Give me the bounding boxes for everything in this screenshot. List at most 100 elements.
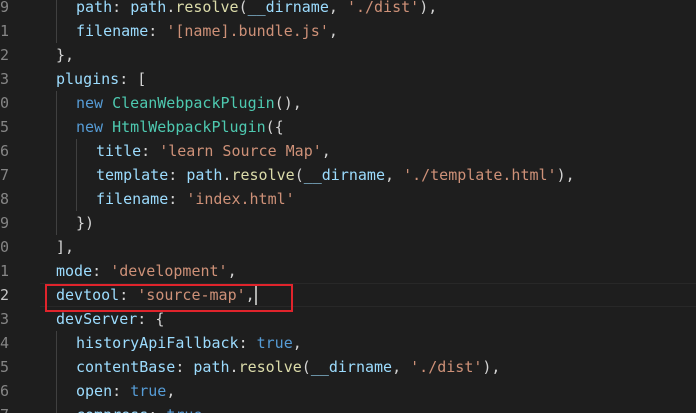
code-line[interactable]: 9}) [0, 211, 696, 235]
line-number: 6 [0, 142, 10, 160]
code-token: 'index.html' [186, 190, 295, 208]
line-number: 1 [0, 262, 10, 280]
code-line[interactable]: 6 open: true, [0, 379, 696, 403]
code-line[interactable]: 6 title: 'learn Source Map', [0, 139, 696, 163]
code-token: : [238, 334, 257, 352]
code-token: }, [56, 46, 75, 64]
code-token: ), [482, 358, 501, 376]
code-line[interactable]: 0 new CleanWebpackPlugin(), [0, 91, 696, 115]
code-token: ], [56, 238, 75, 256]
line-number: 3 [0, 70, 10, 88]
indent-guide [56, 115, 57, 139]
code-token: resolve [238, 358, 302, 376]
indent-guide [56, 403, 57, 413]
code-token: }) [76, 214, 95, 232]
line-number: 2 [0, 286, 10, 304]
code-token: template [96, 166, 169, 184]
code-content: mode: 'development', [56, 259, 237, 283]
code-line[interactable]: 8 filename: 'index.html' [0, 187, 696, 211]
code-line[interactable]: 4 historyApiFallback: true, [0, 331, 696, 355]
code-content: filename: 'index.html' [96, 187, 295, 211]
code-line[interactable]: 0], [0, 235, 696, 259]
code-token: ( [294, 166, 304, 184]
code-content: }) [76, 211, 94, 235]
code-token: contentBase [76, 358, 176, 376]
code-line[interactable]: 7 compress: true [0, 403, 696, 413]
code-line[interactable]: 5 new HtmlWebpackPlugin({ [0, 115, 696, 139]
code-token: : [148, 22, 167, 40]
code-token: : [148, 406, 166, 413]
code-token: plugins [56, 70, 120, 88]
code-token: ), [419, 0, 438, 16]
code-content: }, [56, 43, 74, 67]
code-token: . [166, 0, 176, 16]
code-token: , [385, 166, 404, 184]
line-number: 2 [0, 46, 10, 64]
code-token: ({ [265, 118, 284, 136]
code-line[interactable]: 2}, [0, 43, 696, 67]
code-token: __dirname [303, 166, 385, 184]
code-editor[interactable]: 9 path: path.resolve(__dirname, './dist')… [0, 0, 696, 413]
code-token: path [76, 0, 113, 16]
indent-guide [56, 139, 57, 163]
code-token: './template.html' [403, 166, 557, 184]
code-content: filename: '[name].bundle.js', [76, 19, 338, 43]
code-token: path [186, 166, 223, 184]
code-token: ( [238, 0, 248, 16]
code-token: filename [96, 190, 169, 208]
code-token: title [96, 142, 142, 160]
code-content: template: path.resolve(__dirname, './tem… [96, 163, 575, 187]
code-token: __dirname [310, 358, 393, 376]
code-token: resolve [175, 0, 239, 16]
code-token: __dirname [247, 0, 329, 16]
code-token: path [130, 0, 167, 16]
code-line[interactable]: 1 mode: 'development', [0, 259, 696, 283]
code-content: new CleanWebpackPlugin(), [76, 91, 302, 115]
line-number: 4 [0, 334, 10, 352]
line-number: 3 [0, 310, 10, 328]
line-number: 0 [0, 238, 10, 256]
code-token: : [175, 358, 194, 376]
line-number: 8 [0, 190, 10, 208]
code-token: new [76, 118, 113, 136]
code-token: open [76, 382, 113, 400]
code-token: new [76, 94, 113, 112]
line-number: 0 [0, 94, 10, 112]
line-number: 9 [0, 0, 10, 16]
code-token: CleanWebpackPlugin [112, 94, 275, 112]
code-token: (), [274, 94, 302, 112]
code-content: plugins: [ [56, 67, 146, 91]
code-token: : { [137, 310, 165, 328]
code-token: : [112, 0, 131, 16]
code-token: . [229, 358, 239, 376]
code-token: filename [76, 22, 149, 40]
code-token: 'development' [110, 262, 228, 280]
code-token: true [256, 334, 293, 352]
code-token: 'learn Source Map' [159, 142, 322, 160]
code-line[interactable]: 1 filename: '[name].bundle.js', [0, 19, 696, 43]
indent-guide [76, 139, 77, 163]
code-content: devServer: { [56, 307, 164, 331]
code-line[interactable]: 3 plugins: [ [0, 67, 696, 91]
code-token: : [ [119, 70, 147, 88]
line-number: 6 [0, 382, 10, 400]
indent-guide [56, 91, 57, 115]
indent-guide [56, 19, 57, 43]
indent-guide [76, 163, 77, 187]
code-token: ( [301, 358, 311, 376]
indent-guide [76, 187, 77, 211]
code-line[interactable]: 5 contentBase: path.resolve(__dirname, '.… [0, 355, 696, 379]
code-token: : [112, 382, 131, 400]
line-number: 5 [0, 118, 10, 136]
code-token: : [168, 190, 187, 208]
code-token: devServer [56, 310, 138, 328]
line-number: 7 [0, 166, 10, 184]
code-line[interactable]: 3 devServer: { [0, 307, 696, 331]
code-token: true [166, 406, 202, 413]
code-token: , [328, 22, 338, 40]
code-token: , [166, 382, 176, 400]
code-line[interactable]: 9 path: path.resolve(__dirname, './dist')… [0, 0, 696, 19]
code-line[interactable]: 7 template: path.resolve(__dirname, './te… [0, 163, 696, 187]
line-number: 5 [0, 358, 10, 376]
code-token: true [130, 382, 167, 400]
